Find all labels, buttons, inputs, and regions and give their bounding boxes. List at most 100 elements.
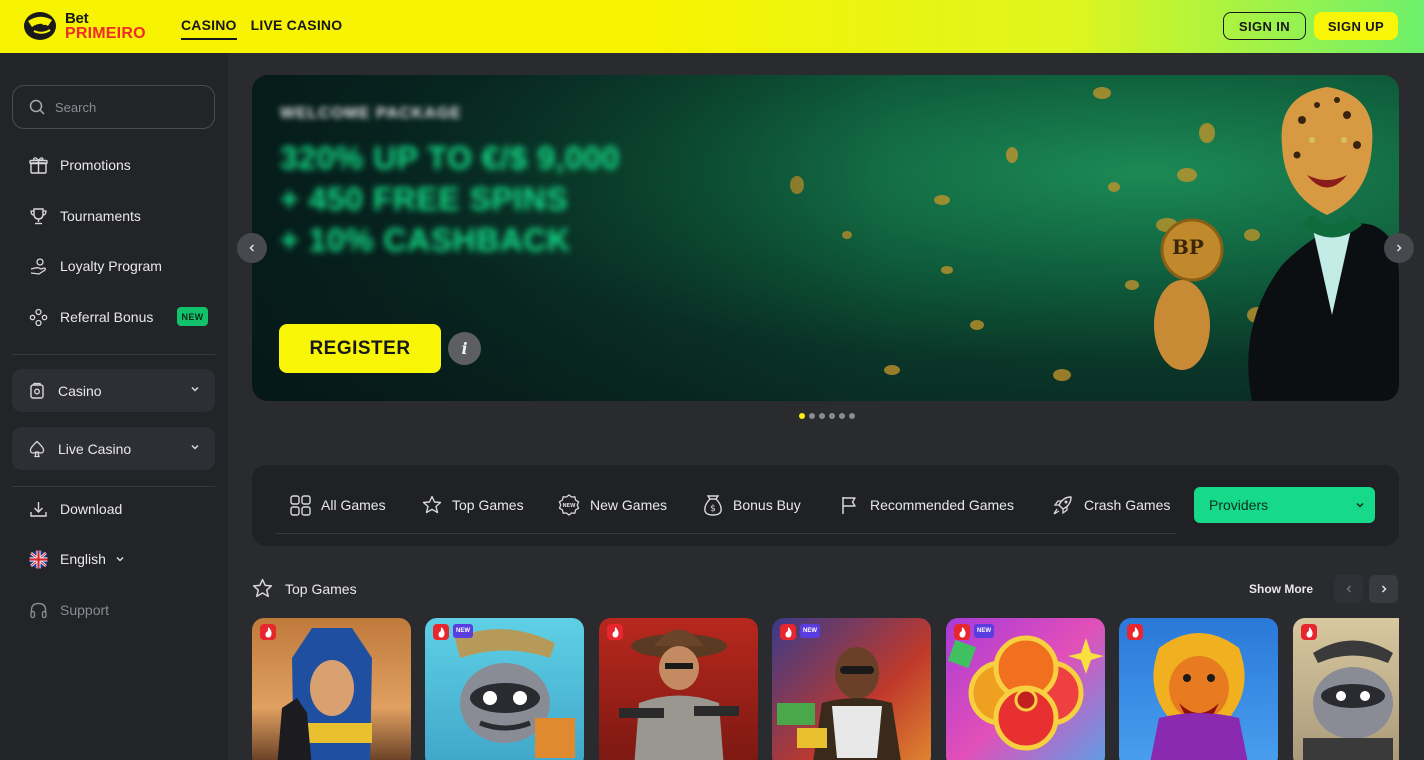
banner-line-1: 320% UP TO €/$ 9,000 [280, 140, 620, 176]
category-recommended-games[interactable]: Recommended Games [840, 492, 1014, 518]
spade-icon [29, 440, 45, 457]
game-tile[interactable] [1119, 618, 1278, 760]
language-selector[interactable]: English [28, 547, 126, 571]
banner-line-3: + 10% CASHBACK [280, 222, 571, 258]
top-games-title: Top Games [285, 580, 357, 597]
category-new-games[interactable]: NEW New Games [558, 492, 667, 518]
download-icon [28, 499, 48, 519]
search-icon [29, 99, 45, 115]
chevron-left-icon [1345, 585, 1351, 593]
category-label: Top Games [452, 497, 524, 513]
show-more-link[interactable]: Show More [1249, 582, 1313, 596]
rocket-icon [1053, 496, 1072, 515]
referral-icon [28, 307, 48, 327]
flame-icon [612, 626, 619, 637]
sidebar-item-loyalty-program[interactable]: Loyalty Program [28, 254, 162, 278]
top-games-header: Top Games [252, 578, 357, 599]
flame-icon [1306, 626, 1313, 637]
hot-badge [607, 624, 623, 640]
chevron-right-icon [1381, 585, 1387, 593]
category-bar: All Games Top Games NEW New Games $ Bonu… [252, 465, 1399, 546]
sidebar-item-support[interactable]: Support [28, 598, 109, 622]
game-tile[interactable]: NEW [772, 618, 931, 760]
sidebar-group-casino[interactable]: Casino [12, 369, 215, 412]
sidebar-item-label: Referral Bonus [60, 309, 154, 325]
sidebar-item-label: Download [60, 501, 123, 517]
search-input[interactable]: Search [12, 85, 215, 129]
nav-casino[interactable]: CASINO [181, 17, 237, 40]
hot-badge [1127, 624, 1143, 640]
hot-badge [260, 624, 276, 640]
star-icon [422, 495, 442, 514]
category-all-games[interactable]: All Games [290, 492, 386, 518]
games-next-button[interactable] [1369, 575, 1398, 603]
sidebar-group-label: Casino [58, 382, 102, 399]
sidebar-item-download[interactable]: Download [28, 497, 122, 521]
category-crash-games[interactable]: Crash Games [1052, 492, 1170, 518]
promo-banner[interactable]: WELCOME PACKAGE 320% UP TO €/$ 9,000 + 4… [252, 75, 1399, 401]
loyalty-icon [28, 256, 48, 276]
carousel-dot[interactable] [839, 413, 845, 419]
sidebar-divider [12, 486, 215, 487]
sidebar-item-referral-bonus[interactable]: Referral Bonus [28, 305, 153, 329]
game-tile[interactable] [252, 618, 411, 760]
sidebar-group-live-casino[interactable]: Live Casino [12, 427, 215, 470]
chevron-right-icon [1396, 244, 1402, 252]
search-placeholder: Search [55, 99, 97, 115]
panther-logo-icon [24, 12, 56, 40]
games-prev-button[interactable] [1334, 575, 1363, 603]
providers-dropdown[interactable]: Providers [1194, 487, 1375, 523]
header: Bet PRIMEIRO CASINO LIVE CASINO SIGN IN … [0, 0, 1424, 53]
register-button[interactable]: REGISTER [279, 324, 441, 373]
sidebar-item-tournaments[interactable]: Tournaments [28, 204, 141, 228]
money-bag-icon: $ [704, 495, 722, 516]
category-underline [276, 533, 1176, 534]
game-artwork [947, 635, 1104, 751]
svg-text:NEW: NEW [562, 503, 576, 509]
flag-icon [842, 497, 856, 514]
banner-next-button[interactable] [1384, 233, 1414, 263]
new-badge: NEW [800, 624, 820, 638]
carousel-dot[interactable] [819, 413, 825, 419]
category-label: Bonus Buy [733, 497, 801, 513]
category-label: All Games [321, 497, 386, 513]
game-artwork [777, 647, 901, 760]
trophy-icon [28, 206, 48, 226]
sign-up-button[interactable]: SIGN UP [1314, 12, 1398, 40]
sidebar-group-label: Live Casino [58, 440, 132, 457]
game-tile[interactable] [599, 618, 758, 760]
new-badge: NEW [453, 624, 473, 638]
chevron-down-icon [1356, 502, 1364, 508]
carousel-dot[interactable] [829, 413, 835, 419]
carousel-dot[interactable] [799, 413, 805, 419]
flame-icon [265, 626, 272, 637]
uk-flag-icon [28, 549, 48, 569]
game-artwork [1150, 633, 1248, 760]
logo[interactable]: Bet PRIMEIRO [22, 9, 146, 43]
game-artwork [455, 629, 575, 758]
game-tile[interactable] [1293, 618, 1399, 760]
sidebar-item-label: Support [60, 602, 110, 618]
info-button[interactable]: i [448, 332, 481, 365]
star-icon [252, 578, 273, 598]
banner-prev-button[interactable] [237, 233, 267, 263]
category-bonus-buy[interactable]: $ Bonus Buy [703, 492, 801, 518]
game-artwork [277, 628, 372, 760]
chevron-down-icon [116, 556, 124, 562]
sidebar-item-label: Loyalty Program [60, 258, 162, 274]
game-artwork [619, 629, 739, 760]
sidebar-item-promotions[interactable]: Promotions [28, 153, 131, 177]
hot-badge [433, 624, 449, 640]
nav-live-casino[interactable]: LIVE CASINO [251, 17, 343, 40]
game-tile[interactable]: NEW [946, 618, 1105, 760]
flame-icon [438, 626, 445, 637]
carousel-dot[interactable] [849, 413, 855, 419]
brand-line2: PRIMEIRO [65, 25, 146, 42]
carousel-dot[interactable] [809, 413, 815, 419]
hot-badge [954, 624, 970, 640]
game-tile[interactable]: NEW [425, 618, 584, 760]
sign-in-button[interactable]: SIGN IN [1223, 12, 1306, 40]
chevron-left-icon [249, 244, 255, 252]
category-top-games[interactable]: Top Games [422, 492, 524, 518]
flame-icon [1132, 626, 1139, 637]
